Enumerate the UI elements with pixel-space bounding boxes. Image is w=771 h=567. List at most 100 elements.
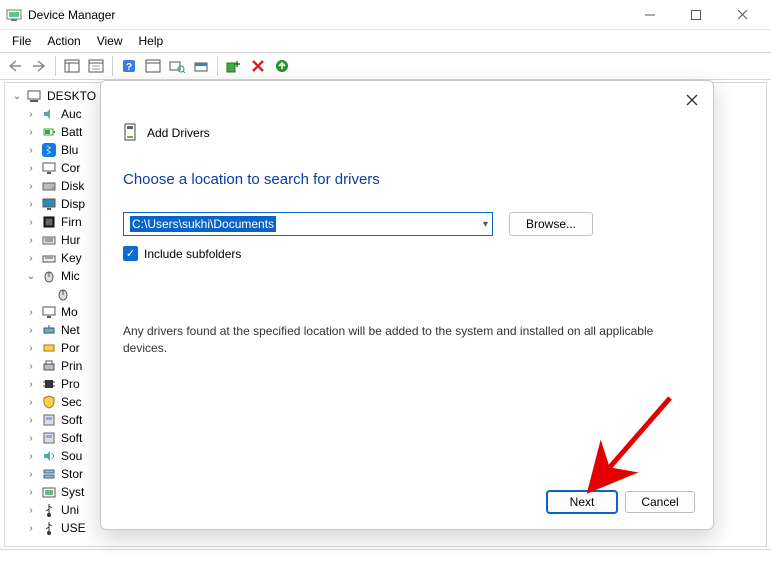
storage-icon	[41, 466, 57, 482]
mouse-sub-icon	[55, 286, 71, 302]
tree-item-label: Auc	[61, 107, 82, 121]
add-driver-button[interactable]	[223, 55, 245, 77]
tree-item-label: Sec	[61, 395, 82, 409]
properties-button[interactable]	[85, 55, 107, 77]
scan-hardware-button[interactable]	[166, 55, 188, 77]
next-button[interactable]: Next	[547, 491, 617, 513]
expand-icon[interactable]: ›	[25, 109, 37, 120]
back-button[interactable]	[4, 55, 26, 77]
uninstall-device-button[interactable]	[247, 55, 269, 77]
cancel-button[interactable]: Cancel	[625, 491, 695, 513]
expand-icon[interactable]: ›	[25, 523, 37, 534]
show-hide-tree-button[interactable]	[61, 55, 83, 77]
expand-icon[interactable]: ›	[25, 325, 37, 336]
expand-icon[interactable]: ›	[25, 217, 37, 228]
expand-icon[interactable]: ›	[25, 433, 37, 444]
browse-button[interactable]: Browse...	[509, 212, 593, 236]
menu-file[interactable]: File	[4, 32, 39, 50]
menu-action[interactable]: Action	[39, 32, 88, 50]
usb-icon	[41, 520, 57, 536]
dialog-close-button[interactable]	[681, 89, 703, 111]
processor-icon	[41, 376, 57, 392]
bluetooth-icon	[41, 142, 57, 158]
tree-item-label: Syst	[61, 485, 84, 499]
tree-item-label: Pro	[61, 377, 80, 391]
expand-icon[interactable]: ›	[25, 415, 37, 426]
display-icon	[41, 196, 57, 212]
expand-icon[interactable]: ›	[25, 235, 37, 246]
expand-icon[interactable]: ›	[25, 397, 37, 408]
device-manager-icon	[6, 7, 22, 23]
computer-icon	[27, 88, 43, 104]
tree-item-label: Key	[61, 251, 82, 265]
maximize-button[interactable]	[673, 0, 719, 30]
collapse-icon[interactable]: ⌄	[11, 91, 23, 102]
tree-item-label: Mo	[61, 305, 78, 319]
update-driver-button[interactable]	[190, 55, 212, 77]
monitor2-icon	[41, 304, 57, 320]
expand-icon[interactable]: ›	[25, 163, 37, 174]
include-subfolders-checkbox[interactable]: ✓ Include subfolders	[123, 246, 691, 261]
driver-path-value: C:\Users\sukhi\Documents	[130, 216, 276, 232]
expand-icon[interactable]: ›	[25, 379, 37, 390]
svg-text:?: ?	[126, 62, 132, 73]
network-icon	[41, 322, 57, 338]
port-icon	[41, 340, 57, 356]
tree-item-label: Disk	[61, 179, 84, 193]
tree-item-label: Soft	[61, 413, 82, 427]
expand-icon[interactable]: ›	[25, 145, 37, 156]
detail-icon[interactable]	[142, 55, 164, 77]
chevron-down-icon[interactable]: ▾	[483, 219, 488, 230]
expand-icon[interactable]: ⌄	[25, 271, 37, 282]
menubar: File Action View Help	[0, 30, 771, 52]
disk-icon	[41, 178, 57, 194]
expand-icon[interactable]: ›	[25, 505, 37, 516]
expand-icon[interactable]: ›	[25, 307, 37, 318]
tree-item-label: Sou	[61, 449, 82, 463]
enable-device-button[interactable]	[271, 55, 293, 77]
firmware-icon	[41, 214, 57, 230]
close-button[interactable]	[719, 0, 765, 30]
tree-item-label: Batt	[61, 125, 82, 139]
driver-package-icon	[123, 123, 137, 143]
keyboard-icon	[41, 250, 57, 266]
expand-icon[interactable]: ›	[25, 181, 37, 192]
tree-item-label: Stor	[61, 467, 83, 481]
tree-item-label: Prin	[61, 359, 82, 373]
tree-item-label: USE	[61, 521, 86, 535]
add-drivers-dialog: Add Drivers Choose a location to search …	[100, 80, 714, 530]
printer-icon	[41, 358, 57, 374]
tree-item-label: Por	[61, 341, 80, 355]
expand-icon[interactable]: ›	[25, 361, 37, 372]
tree-item-label: Net	[61, 323, 80, 337]
expand-icon[interactable]: ›	[25, 127, 37, 138]
minimize-button[interactable]	[627, 0, 673, 30]
forward-button[interactable]	[28, 55, 50, 77]
expand-icon[interactable]: ›	[25, 487, 37, 498]
help-button[interactable]: ?	[118, 55, 140, 77]
mouse-icon	[41, 268, 57, 284]
system-icon	[41, 484, 57, 500]
usb-icon	[41, 502, 57, 518]
window-title: Device Manager	[28, 8, 627, 22]
expand-icon[interactable]: ›	[25, 199, 37, 210]
dialog-info-text: Any drivers found at the specified locat…	[123, 323, 683, 357]
tree-item-label: Soft	[61, 431, 82, 445]
include-subfolders-label: Include subfolders	[144, 247, 241, 261]
tree-item-label: Hur	[61, 233, 80, 247]
menu-help[interactable]: Help	[131, 32, 172, 50]
expand-icon[interactable]: ›	[25, 343, 37, 354]
security-icon	[41, 394, 57, 410]
titlebar: Device Manager	[0, 0, 771, 30]
expand-icon[interactable]: ›	[25, 253, 37, 264]
tree-item-label: Disp	[61, 197, 85, 211]
tree-item-label: Mic	[61, 269, 80, 283]
tree-item-label: Firn	[61, 215, 82, 229]
software-icon	[41, 412, 57, 428]
hid-icon	[41, 232, 57, 248]
menu-view[interactable]: View	[89, 32, 131, 50]
driver-path-combobox[interactable]: C:\Users\sukhi\Documents ▾	[123, 212, 493, 236]
expand-icon[interactable]: ›	[25, 451, 37, 462]
sound-icon	[41, 448, 57, 464]
expand-icon[interactable]: ›	[25, 469, 37, 480]
